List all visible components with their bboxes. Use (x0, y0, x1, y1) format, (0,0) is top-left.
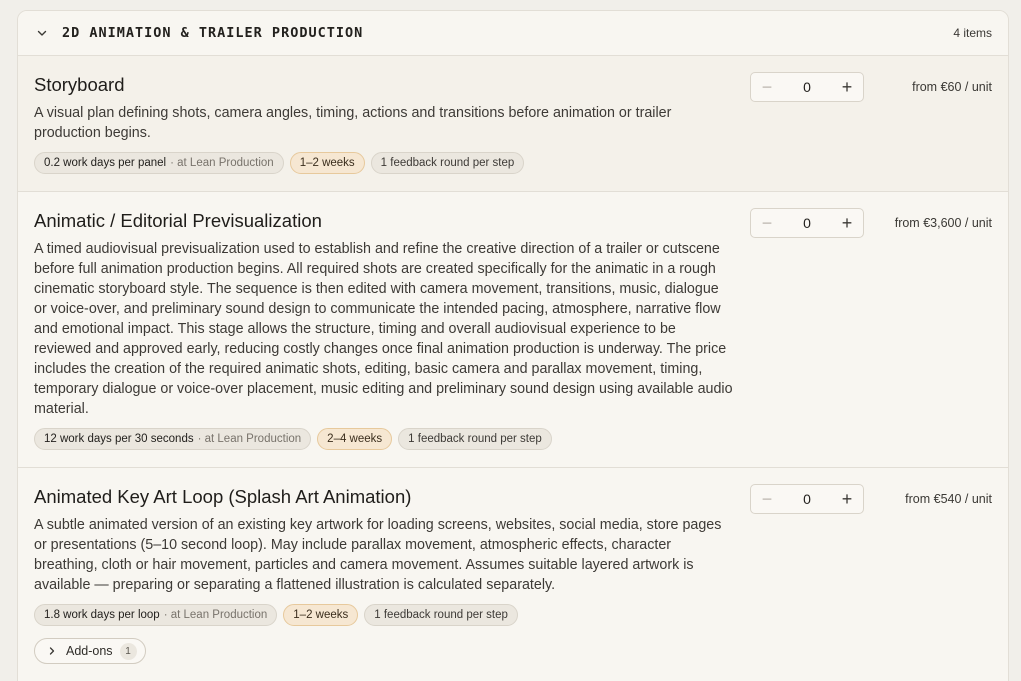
section-title: 2D ANIMATION & TRAILER PRODUCTION (62, 25, 364, 41)
feedback-tag: 1 feedback round per step (364, 604, 518, 626)
effort-tag: 0.2 work days per panel · at Lean Produc… (34, 152, 284, 174)
decrement-button[interactable]: − (751, 485, 783, 513)
effort-tag: 12 work days per 30 seconds · at Lean Pr… (34, 428, 312, 450)
chevron-down-icon[interactable] (36, 27, 48, 39)
item-description: A subtle animated version of an existing… (34, 517, 722, 593)
chevron-right-icon (47, 646, 57, 656)
effort-value: 0.2 work days per panel (44, 157, 167, 169)
decrement-button[interactable]: − (751, 73, 783, 101)
item-price: from €540 / unit (905, 492, 992, 506)
effort-tag: 1.8 work days per loop · at Lean Product… (34, 604, 278, 626)
item-tags: 1.8 work days per loop · at Lean Product… (34, 604, 992, 626)
item-description: A visual plan defining shots, camera ang… (34, 105, 672, 141)
item-count: 4 items (953, 26, 992, 40)
duration-tag: 2–4 weeks (317, 428, 393, 450)
section-header[interactable]: 2D ANIMATION & TRAILER PRODUCTION 4 item… (18, 11, 1008, 56)
addons-label: Add-ons (66, 644, 113, 658)
quantity-value[interactable]: 0 (783, 79, 831, 95)
quantity-value[interactable]: 0 (783, 491, 831, 507)
effort-note: · at Lean Production (197, 433, 302, 445)
item-price: from €3,600 / unit (894, 216, 992, 230)
increment-button[interactable]: + (831, 73, 863, 101)
quantity-stepper: − 0 + (750, 484, 864, 514)
decrement-button[interactable]: − (751, 209, 783, 237)
service-item-key-art-loop: Animated Key Art Loop (Splash Art Animat… (18, 468, 1008, 681)
quantity-stepper: − 0 + (750, 208, 864, 238)
service-item-animatic: Animatic / Editorial Previsualization A … (18, 192, 1008, 468)
quantity-stepper: − 0 + (750, 72, 864, 102)
item-tags: 0.2 work days per panel · at Lean Produc… (34, 152, 992, 174)
duration-tag: 1–2 weeks (283, 604, 359, 626)
feedback-tag: 1 feedback round per step (370, 152, 525, 174)
increment-button[interactable]: + (831, 209, 863, 237)
effort-value: 12 work days per 30 seconds (44, 433, 194, 445)
addons-toggle[interactable]: Add-ons 1 (34, 638, 146, 664)
feedback-tag: 1 feedback round per step (398, 428, 552, 450)
quantity-value[interactable]: 0 (783, 215, 831, 231)
service-item-storyboard: Storyboard A visual plan defining shots,… (18, 56, 1008, 192)
effort-value: 1.8 work days per loop (44, 609, 160, 621)
item-tags: 12 work days per 30 seconds · at Lean Pr… (34, 428, 992, 450)
effort-note: · at Lean Production (163, 609, 268, 621)
item-price: from €60 / unit (912, 80, 992, 94)
increment-button[interactable]: + (831, 485, 863, 513)
addons-count-badge: 1 (119, 642, 137, 660)
item-description: A timed audiovisual previsualization use… (34, 241, 733, 417)
duration-tag: 1–2 weeks (289, 152, 365, 174)
services-panel: 2D ANIMATION & TRAILER PRODUCTION 4 item… (17, 10, 1009, 681)
effort-note: · at Lean Production (170, 157, 274, 169)
